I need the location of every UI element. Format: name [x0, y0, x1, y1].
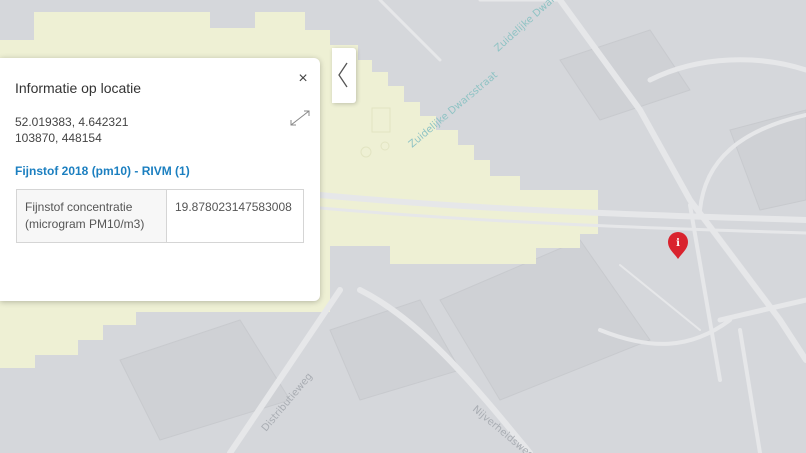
expand-arrows-icon	[290, 110, 310, 126]
collapse-panel-button[interactable]	[332, 48, 356, 103]
coordinates: 52.019383, 4.642321 103870, 448154	[15, 114, 128, 146]
panel-title: Informatie op locatie	[15, 80, 142, 96]
attribute-table: Fijnstof concentratie (microgram PM10/m3…	[16, 189, 304, 243]
table-row: Fijnstof concentratie (microgram PM10/m3…	[16, 189, 304, 243]
expand-button[interactable]	[288, 108, 312, 128]
location-info-panel: Informatie op locatie × 52.019383, 4.642…	[0, 58, 320, 301]
latlon-coordinates: 52.019383, 4.642321	[15, 115, 129, 129]
rd-coordinates: 103870, 448154	[15, 131, 102, 145]
close-button[interactable]: ×	[294, 70, 312, 88]
close-icon: ×	[298, 70, 308, 87]
chevron-left-icon	[338, 62, 348, 88]
attribute-value: 19.878023147583008	[166, 189, 304, 243]
svg-text:i: i	[676, 238, 680, 249]
attribute-label: Fijnstof concentratie (microgram PM10/m3…	[16, 189, 167, 243]
layer-link-fijnstof[interactable]: Fijnstof 2018 (pm10) - RIVM (1)	[15, 164, 190, 178]
